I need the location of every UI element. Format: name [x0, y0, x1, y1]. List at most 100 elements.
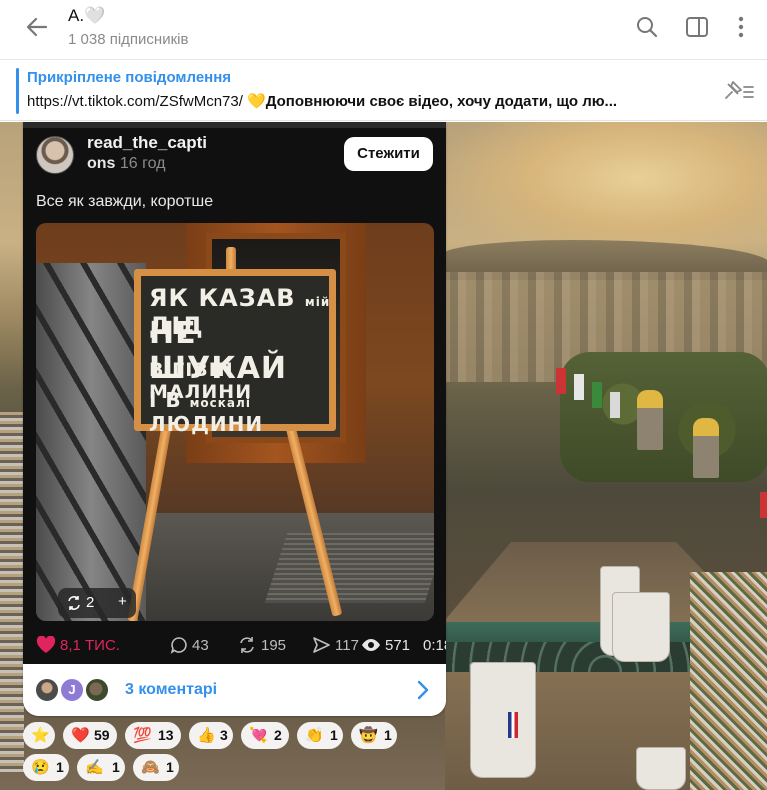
- share-count: 117: [335, 637, 359, 654]
- post-stats: 8,1 ТИС. 43 195 117 571 0:1: [36, 634, 446, 658]
- repost-pill[interactable]: 2 +: [58, 588, 136, 618]
- pinned-link[interactable]: https://vt.tiktok.com/ZSfwMcn73/: [27, 93, 243, 110]
- repost-total: 195: [261, 637, 287, 654]
- send-icon: [313, 637, 330, 653]
- chalk-line-4: І В москалі ЛЮДИНИ: [149, 388, 335, 436]
- pinned-text: https://vt.tiktok.com/ZSfwMcn73/ 💛Доповн…: [27, 92, 697, 110]
- views-stat: 571 0:18: [361, 634, 446, 656]
- commenter-avatar: [84, 677, 110, 703]
- reaction-monkey[interactable]: 🙈 1: [133, 754, 179, 781]
- writing-hand-emoji: ✍️: [85, 759, 104, 776]
- heart-emoji: 💛: [247, 93, 266, 110]
- comment-count: 43: [192, 637, 209, 654]
- reaction-count: 1: [112, 759, 120, 775]
- reaction-clap[interactable]: 👏 1: [297, 722, 343, 749]
- reaction-count: 1: [384, 727, 392, 743]
- cowboy-emoji: 🤠: [359, 727, 378, 744]
- chalk-text-small: мій: [304, 295, 331, 309]
- flag: [610, 392, 620, 418]
- repost-icon: [68, 596, 80, 610]
- post-photo[interactable]: ЯК КАЗАВ мій ДІД НЕ ШУКАЙ В ГІВНІ МАЛИНИ…: [36, 223, 434, 621]
- handrail-bars: [36, 263, 146, 621]
- back-arrow-icon[interactable]: [24, 14, 50, 40]
- flag: [556, 368, 566, 394]
- author-username-line2: ons 16 год: [87, 155, 166, 173]
- crowd: [690, 572, 767, 790]
- post-time: 16 год: [119, 155, 166, 172]
- cupid-heart-emoji: 💘: [249, 727, 268, 744]
- repost-stat[interactable]: 195: [237, 634, 297, 656]
- heart-icon: [36, 636, 56, 653]
- author-avatar[interactable]: [36, 136, 74, 174]
- heart-emoji: ❤️: [71, 727, 90, 744]
- star-emoji: ⭐: [31, 727, 50, 744]
- reaction-writing-hand[interactable]: ✍️ 1: [77, 754, 125, 781]
- reaction-count: 3: [220, 727, 228, 743]
- gold-statue: [693, 418, 719, 478]
- pinned-list-icon[interactable]: [722, 78, 756, 104]
- see-no-evil-monkey-emoji: 🙈: [141, 759, 160, 776]
- post-caption: Все як завжди, коротше: [36, 193, 214, 210]
- flag: [592, 382, 602, 408]
- pinned-indicator: [16, 68, 19, 114]
- post-top-strip: [23, 122, 446, 128]
- reactions-row: ⭐ ❤️ 59 💯 13 👍 3 💘 2 👏 1 🤠 1 😢 1 ✍️ 1 🙈 …: [23, 722, 453, 784]
- reaction-count: 1: [166, 759, 174, 775]
- boat: [612, 592, 670, 662]
- boat: [470, 662, 536, 778]
- pinned-message-bar[interactable]: Прикріплене повідомлення https://vt.tikt…: [0, 61, 767, 121]
- plus-icon[interactable]: +: [118, 593, 127, 610]
- chalk-text: ЛЮДИНИ: [149, 412, 264, 436]
- follow-button[interactable]: Стежити: [344, 137, 433, 171]
- boat: [636, 747, 686, 790]
- pinned-title: Прикріплене повідомлення: [27, 69, 232, 86]
- channel-title[interactable]: А.🤍: [68, 6, 105, 26]
- reaction-count: 59: [94, 727, 110, 743]
- commenter-avatar: [34, 677, 60, 703]
- threads-post-image[interactable]: read_the_capti ons 16 год Стежити Все як…: [23, 122, 446, 664]
- more-menu-icon[interactable]: [728, 14, 754, 40]
- subscriber-count: 1 038 підписників: [68, 31, 189, 48]
- chalkboard: ЯК КАЗАВ мій ДІД НЕ ШУКАЙ В ГІВНІ МАЛИНИ…: [134, 269, 336, 436]
- comments-bar[interactable]: J 3 коментарі: [23, 664, 446, 716]
- channel-message: read_the_capti ons 16 год Стежити Все як…: [23, 122, 446, 716]
- chalk-text: І В: [149, 388, 182, 412]
- repost-count: 2: [86, 594, 95, 611]
- comments-label: 3 коментарі: [125, 681, 218, 698]
- trees: [560, 352, 767, 482]
- like-count: 8,1 ТИС.: [60, 637, 120, 654]
- doormat: [264, 533, 434, 603]
- commenter-avatar: J: [59, 677, 85, 703]
- crowd: [0, 412, 24, 772]
- hundred-emoji: 💯: [133, 727, 152, 744]
- reaction-count: 13: [158, 727, 174, 743]
- reaction-cowboy[interactable]: 🤠 1: [351, 722, 397, 749]
- clap-emoji: 👏: [305, 727, 324, 744]
- chat-header: А.🤍 1 038 підписників: [0, 0, 767, 60]
- sidebar-toggle-icon[interactable]: [684, 14, 710, 40]
- reaction-cupid-heart[interactable]: 💘 2: [241, 722, 289, 749]
- gold-statue: [637, 390, 663, 450]
- pinned-body: Доповнюючи своє відео, хочу додати, що л…: [265, 93, 618, 110]
- reaction-count: 1: [56, 759, 64, 775]
- crying-emoji: 😢: [31, 759, 50, 776]
- reaction-hundred[interactable]: 💯 13: [125, 722, 181, 749]
- reaction-heart[interactable]: ❤️ 59: [63, 722, 117, 749]
- reaction-crying[interactable]: 😢 1: [23, 754, 69, 781]
- like-stat[interactable]: 8,1 ТИС.: [36, 634, 136, 656]
- chalk-text-small: москалі: [189, 396, 251, 410]
- reaction-count: 1: [330, 727, 338, 743]
- chalk-text: ЯК КАЗАВ: [149, 284, 296, 312]
- comment-stat[interactable]: 43: [170, 634, 220, 656]
- search-icon[interactable]: [634, 14, 660, 40]
- author-username[interactable]: read_the_capti: [87, 133, 207, 153]
- share-stat[interactable]: 117: [312, 634, 362, 656]
- french-flag: [508, 712, 518, 738]
- reaction-star[interactable]: ⭐: [23, 722, 55, 749]
- video-duration: 0:18: [423, 637, 446, 654]
- thumbs-up-emoji: 👍: [197, 727, 216, 744]
- reaction-thumbs-up[interactable]: 👍 3: [189, 722, 233, 749]
- comment-bubble-icon: [170, 637, 187, 654]
- reaction-count: 2: [274, 727, 282, 743]
- view-count: 571: [385, 637, 411, 654]
